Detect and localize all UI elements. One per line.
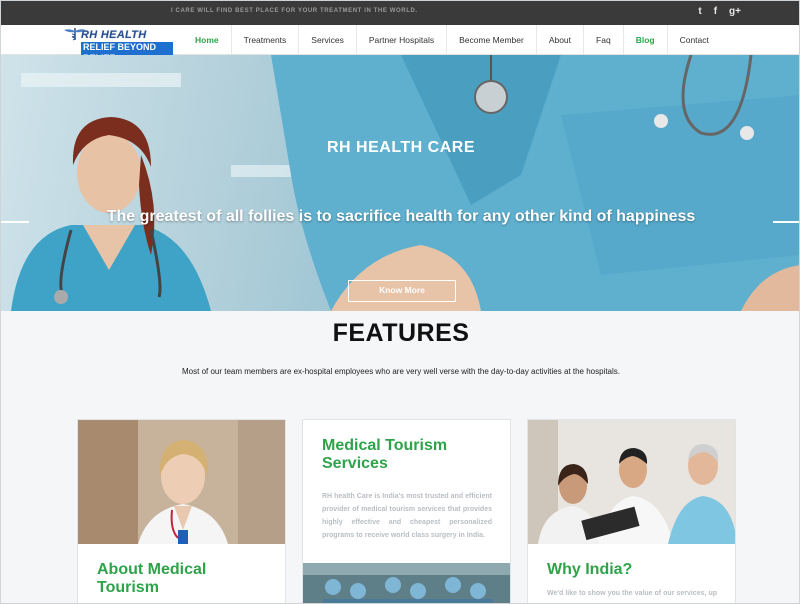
hero-slider: RH HEALTH CARE The greatest of all folli… bbox=[1, 55, 799, 311]
top-bar-tagline: I CARE WILL FIND BEST PLACE FOR YOUR TRE… bbox=[171, 8, 418, 14]
nav-item-services[interactable]: Services bbox=[299, 25, 357, 55]
google-plus-icon[interactable]: g+ bbox=[729, 6, 741, 18]
nav-item-become-member[interactable]: Become Member bbox=[447, 25, 537, 55]
doctor-photo bbox=[78, 420, 285, 544]
feature-card-why-india[interactable]: Why India? We'd like to show you the val… bbox=[527, 419, 736, 603]
know-more-button[interactable]: Know More bbox=[348, 280, 456, 302]
top-bar: I CARE WILL FIND BEST PLACE FOR YOUR TRE… bbox=[1, 1, 799, 25]
feature-card-why-india-body: We'd like to show you the value of our s… bbox=[547, 590, 717, 597]
hero-image bbox=[11, 55, 799, 311]
main-nav: RH HEALTH CARE RELIEF BEYOND BELIEF Home… bbox=[1, 25, 799, 64]
site-logo[interactable]: RH HEALTH CARE RELIEF BEYOND BELIEF bbox=[63, 27, 173, 64]
nav-item-about[interactable]: About bbox=[537, 25, 585, 55]
twitter-icon[interactable]: t bbox=[698, 6, 701, 18]
feature-card-services-body: RH health Care is India's most trusted a… bbox=[322, 493, 492, 539]
nav-item-blog[interactable]: Blog bbox=[624, 25, 668, 55]
nav-item-contact[interactable]: Contact bbox=[668, 25, 721, 55]
feature-card-about-title: About Medical Tourism bbox=[97, 561, 207, 596]
facebook-icon[interactable]: f bbox=[714, 6, 717, 18]
feature-card-services[interactable]: Medical Tourism Services RH health Care … bbox=[302, 419, 511, 603]
hero-title: RH HEALTH CARE bbox=[326, 139, 476, 156]
page: I CARE WILL FIND BEST PLACE FOR YOUR TRE… bbox=[0, 0, 800, 604]
feature-card-why-india-title: Why India? bbox=[547, 561, 633, 578]
nav-item-home[interactable]: Home bbox=[183, 25, 232, 55]
feature-card-about[interactable]: About Medical Tourism bbox=[77, 419, 286, 603]
features-heading: FEATURES bbox=[332, 319, 470, 347]
social-links: t f g+ bbox=[698, 6, 741, 18]
feature-card-services-title: Medical Tourism Services bbox=[322, 437, 448, 472]
nav-item-faq[interactable]: Faq bbox=[584, 25, 624, 55]
nav-item-partner-hospitals[interactable]: Partner Hospitals bbox=[357, 25, 448, 55]
surgery-team-photo bbox=[303, 563, 510, 603]
hero-quote: The greatest of all follies is to sacrif… bbox=[106, 208, 696, 225]
medical-team-photo bbox=[528, 420, 735, 544]
features-section: FEATURES Most of our team members are ex… bbox=[7, 311, 795, 603]
nav-item-treatments[interactable]: Treatments bbox=[232, 25, 300, 55]
nav-menu: Home Treatments Services Partner Hospita… bbox=[183, 25, 721, 55]
features-subtitle: Most of our team members are ex-hospital… bbox=[182, 367, 620, 376]
